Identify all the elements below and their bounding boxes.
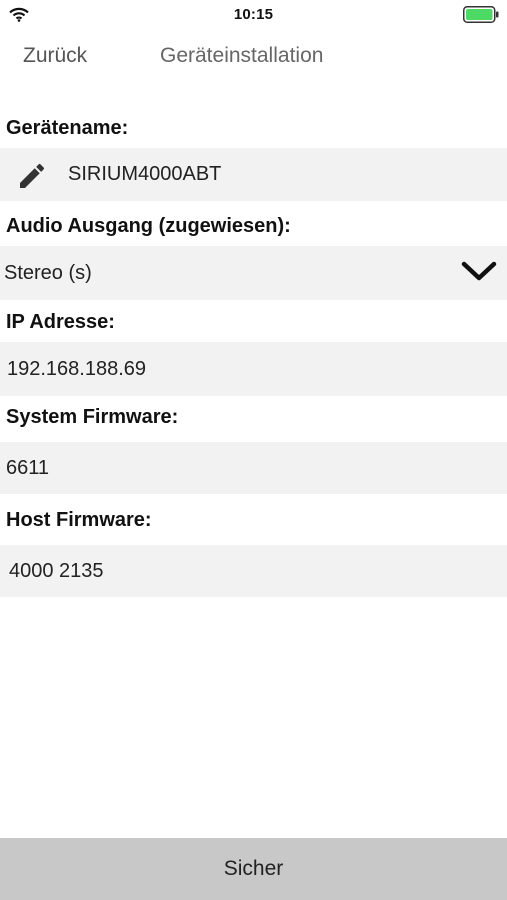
device-name-value: SIRIUM4000ABT [68,163,222,185]
host-firmware-label: Host Firmware: [6,509,152,531]
chevron-down-icon[interactable] [461,260,497,287]
audio-output-label: Audio Ausgang (zugewiesen): [6,215,291,237]
save-button[interactable]: Sicher [0,838,507,900]
status-time: 10:15 [233,6,274,23]
pencil-icon[interactable] [16,160,48,197]
system-firmware-value: 6611 [6,457,50,479]
audio-output-value: Stereo (s) [4,262,92,284]
host-firmware-value: 4000 2135 [9,560,104,582]
battery-icon [463,6,499,28]
status-bar: 10:15 [0,0,507,30]
system-firmware-label: System Firmware: [6,406,179,428]
audio-output-select[interactable]: Stereo (s) [0,246,507,300]
system-firmware-field: 6611 [0,442,507,494]
ip-address-label: IP Adresse: [6,311,115,333]
device-name-label: Gerätename: [6,117,129,139]
host-firmware-field: 4000 2135 [0,545,507,597]
ip-address-field: 192.168.188.69 [0,342,507,396]
device-name-field[interactable]: SIRIUM4000ABT [0,148,507,201]
nav-bar: Zurück Geräteinstallation [0,34,507,80]
ip-address-value: 192.168.188.69 [7,358,147,380]
page-title: Geräteinstallation [160,44,324,67]
back-button[interactable]: Zurück [23,44,87,68]
